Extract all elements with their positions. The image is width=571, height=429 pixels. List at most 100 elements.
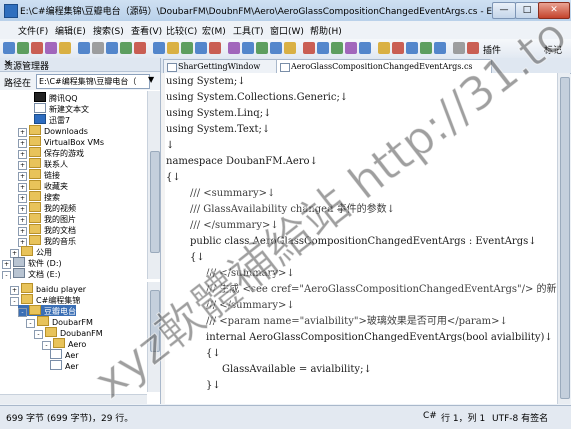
- code-line: /// </summary>↓: [206, 300, 295, 311]
- toolbar-icon[interactable]: [270, 42, 282, 54]
- toolbar-icon[interactable]: [284, 42, 296, 54]
- tree-item[interactable]: + 搜索: [18, 191, 60, 203]
- status-encoding[interactable]: UTF-8 有签名: [492, 411, 548, 424]
- code-line: ↓: [166, 140, 175, 151]
- tab-shar-getting-window[interactable]: SharGettingWindow: [163, 59, 279, 73]
- tree-item-label: 保存的游戏: [44, 149, 84, 158]
- minimize-button[interactable]: —: [492, 2, 516, 19]
- toolbar-icon[interactable]: [406, 42, 418, 54]
- menu-window[interactable]: 窗口(W): [270, 24, 304, 37]
- editor-scrollbar[interactable]: [557, 73, 570, 404]
- tree-upper-scrollbar[interactable]: [147, 91, 160, 279]
- toolbar-icon[interactable]: [45, 42, 57, 54]
- code-editor[interactable]: using System;↓ using System.Collections.G…: [161, 73, 557, 404]
- tree-item[interactable]: + 我的音乐: [18, 235, 76, 247]
- toolbar-icon[interactable]: [392, 42, 404, 54]
- scrollbar-thumb[interactable]: [150, 290, 160, 352]
- toolbar-icon[interactable]: [120, 42, 132, 54]
- toolbar-icon[interactable]: [317, 42, 329, 54]
- toolbar-icon[interactable]: [167, 42, 179, 54]
- tree-item[interactable]: 新建文本文: [34, 103, 89, 114]
- toolbar-icon[interactable]: [331, 42, 343, 54]
- scrollbar-thumb[interactable]: [560, 77, 570, 399]
- toolbar-icon[interactable]: [31, 42, 43, 54]
- chevron-down-icon[interactable]: ▼: [148, 75, 154, 84]
- collapse-icon[interactable]: -: [2, 271, 11, 279]
- tree-item[interactable]: + 软件 (D:): [2, 257, 62, 269]
- tree-item[interactable]: - C#编程集锦: [10, 294, 80, 306]
- drive-icon: [13, 268, 25, 278]
- tree-item[interactable]: + 我的图片: [18, 213, 76, 225]
- tree-item[interactable]: + 我的视频: [18, 202, 76, 214]
- tree-item-label: baidu player: [36, 285, 87, 294]
- explorer-close-icon[interactable]: ✕: [4, 59, 156, 69]
- menu-help[interactable]: 帮助(H): [310, 24, 342, 37]
- close-button[interactable]: ✕: [538, 2, 570, 19]
- status-position[interactable]: 行 1，列 1: [441, 411, 485, 424]
- bookmark-label[interactable]: 标记: [544, 43, 562, 56]
- toolbar-icon[interactable]: [153, 42, 165, 54]
- tree-item-label: 新建文本文: [49, 105, 89, 114]
- menu-file[interactable]: 文件(F): [18, 24, 48, 37]
- folder-icon: [29, 136, 41, 146]
- tree-item[interactable]: + 保存的游戏: [18, 147, 84, 159]
- tree-item[interactable]: - 豆瓣电台: [18, 305, 76, 317]
- toolbar-icon[interactable]: [59, 42, 71, 54]
- toolbar-icon[interactable]: [209, 42, 221, 54]
- toolbar-icon[interactable]: [92, 42, 104, 54]
- menu-tools[interactable]: 工具(T): [233, 24, 264, 37]
- toolbar-icon[interactable]: [134, 42, 146, 54]
- tab-aero-glass-args[interactable]: AeroGlassCompositionChangedEventArgs.cs: [276, 59, 492, 73]
- tree-item[interactable]: + 联系人: [18, 158, 68, 170]
- folder-icon: [29, 125, 41, 135]
- toolbar-icon[interactable]: [434, 42, 446, 54]
- toolbar-icon[interactable]: [420, 42, 432, 54]
- code-line: GlassAvailable = avialbility;↓: [222, 364, 372, 375]
- status-language[interactable]: C#: [423, 411, 437, 421]
- menu-search[interactable]: 搜索(S): [93, 24, 124, 37]
- toolbar-icon[interactable]: [467, 42, 479, 54]
- tree-item-label: 收藏夹: [44, 182, 68, 191]
- tree-item[interactable]: - 文档 (E:): [2, 268, 61, 279]
- menu-macro[interactable]: 宏(M): [202, 24, 226, 37]
- tree-item[interactable]: - Aero: [42, 338, 86, 350]
- toolbar-icon[interactable]: [303, 42, 315, 54]
- path-dropdown[interactable]: E:\C#编程集锦\豆瓣电台（: [36, 74, 150, 89]
- folder-icon: [29, 180, 41, 190]
- scrollbar-thumb[interactable]: [150, 151, 160, 253]
- toolbar-icon[interactable]: [106, 42, 118, 54]
- toolbar-icon[interactable]: [256, 42, 268, 54]
- tree-item[interactable]: - DoubarFM: [26, 316, 93, 328]
- qq-icon: [34, 92, 46, 102]
- tree-item[interactable]: 迅雷7: [34, 114, 70, 125]
- plugin-label[interactable]: 插件: [483, 43, 501, 56]
- tree-lower-scrollbar[interactable]: [147, 282, 160, 392]
- tree-item[interactable]: + 公用: [10, 246, 52, 258]
- toolbar-icon[interactable]: [17, 42, 29, 54]
- tree-item[interactable]: - DoubanFM: [34, 327, 103, 339]
- toolbar-icon[interactable]: [195, 42, 207, 54]
- toolbar-icon[interactable]: [78, 42, 90, 54]
- menu-view[interactable]: 查看(V): [131, 24, 162, 37]
- tree-item[interactable]: + Downloads: [18, 125, 88, 137]
- tree-item[interactable]: 腾讯QQ: [34, 92, 78, 103]
- tree-horizontal-scrollbar[interactable]: [0, 394, 147, 404]
- tree-item[interactable]: Aer: [50, 360, 79, 371]
- tree-item[interactable]: + 收藏夹: [18, 180, 68, 192]
- toolbar-icon[interactable]: [228, 42, 240, 54]
- toolbar-icon[interactable]: [453, 42, 465, 54]
- tree-item[interactable]: + VirtualBox VMs: [18, 136, 104, 148]
- tree-item[interactable]: + baidu player: [10, 283, 87, 295]
- toolbar-icon[interactable]: [359, 42, 371, 54]
- toolbar-icon[interactable]: [378, 42, 390, 54]
- toolbar-icon[interactable]: [181, 42, 193, 54]
- toolbar-icon[interactable]: [242, 42, 254, 54]
- toolbar-icon[interactable]: [3, 42, 15, 54]
- tree-item[interactable]: Aer: [50, 349, 79, 360]
- maximize-button[interactable]: □: [515, 2, 539, 19]
- menu-compare[interactable]: 比较(C): [166, 24, 197, 37]
- menu-edit[interactable]: 编辑(E): [55, 24, 86, 37]
- tree-item[interactable]: + 我的文档: [18, 224, 76, 236]
- toolbar-icon[interactable]: [345, 42, 357, 54]
- tree-item[interactable]: + 链接: [18, 169, 60, 181]
